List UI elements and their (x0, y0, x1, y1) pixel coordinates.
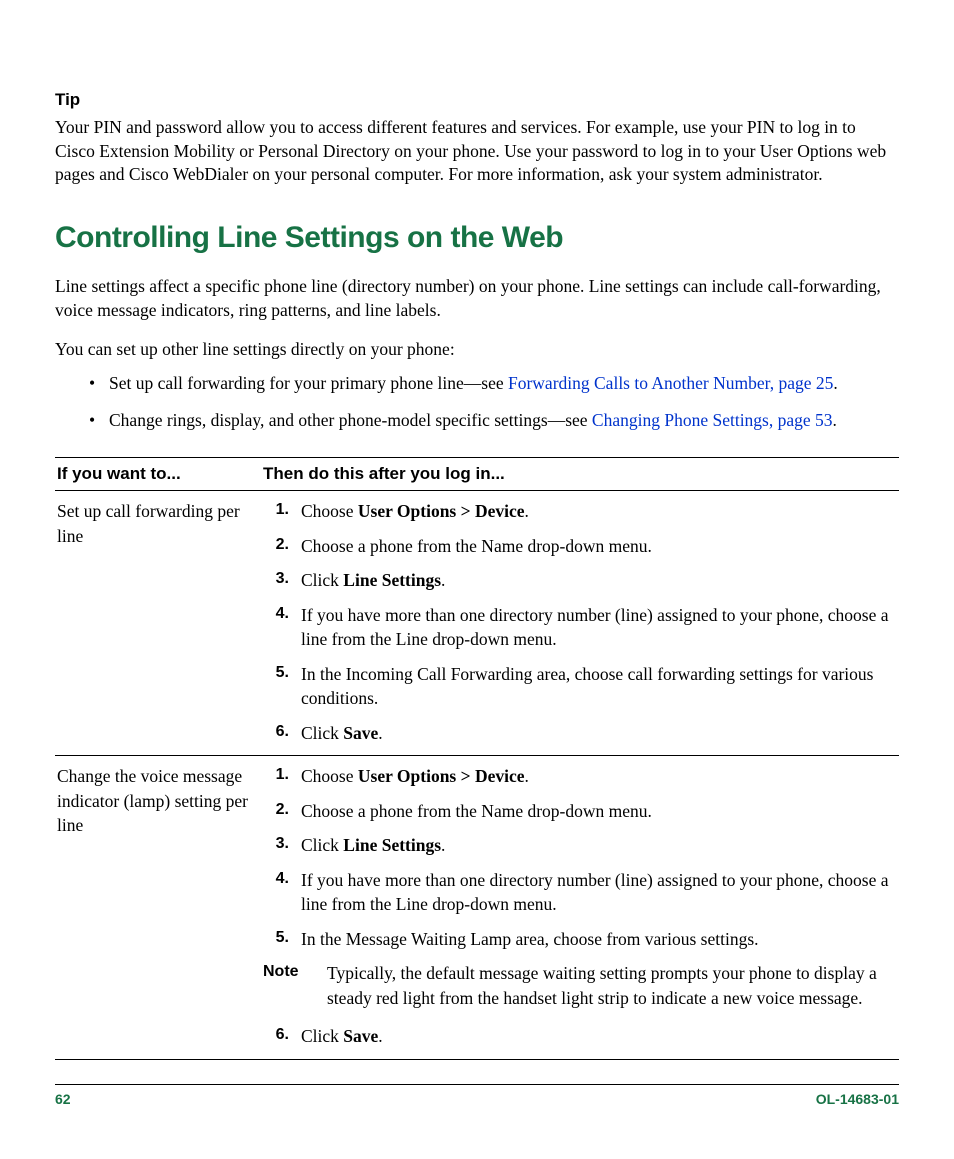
note: Note Typically, the default message wait… (263, 961, 893, 1010)
steps-cell: 1.Choose User Options > Device. 2.Choose… (261, 756, 899, 1060)
bullet-text: Set up call forwarding for your primary … (109, 373, 508, 393)
section-title: Controlling Line Settings on the Web (55, 221, 899, 255)
list-item: Set up call forwarding for your primary … (89, 372, 899, 396)
note-label: Note (263, 961, 319, 983)
instructions-table: If you want to... Then do this after you… (55, 457, 899, 1060)
step-number: 3. (263, 833, 301, 855)
step-number: 5. (263, 927, 301, 949)
step: 5.In the Message Waiting Lamp area, choo… (263, 927, 893, 952)
step: 6.Click Save. (263, 1024, 893, 1049)
step-number: 2. (263, 534, 301, 556)
table-header-do: Then do this after you log in... (261, 458, 899, 491)
step-number: 6. (263, 721, 301, 743)
step-text: If you have more than one directory numb… (301, 868, 893, 917)
step-text: Click Save. (301, 1024, 893, 1049)
step-number: 1. (263, 499, 301, 521)
step-number: 4. (263, 868, 301, 890)
bullet-suffix: . (833, 410, 837, 430)
step-number: 5. (263, 662, 301, 684)
bullet-text: Change rings, display, and other phone-m… (109, 410, 592, 430)
step-text: In the Incoming Call Forwarding area, ch… (301, 662, 893, 711)
step: 1.Choose User Options > Device. (263, 764, 893, 789)
page-number: 62 (55, 1091, 71, 1107)
step-text: Click Line Settings. (301, 833, 893, 858)
step: 3.Click Line Settings. (263, 833, 893, 858)
cross-reference-link[interactable]: Forwarding Calls to Another Number, page… (508, 373, 833, 393)
step: 4.If you have more than one directory nu… (263, 603, 893, 652)
step-text: Click Save. (301, 721, 893, 746)
step-number: 6. (263, 1024, 301, 1046)
intro-paragraph-1: Line settings affect a specific phone li… (55, 275, 899, 322)
step-number: 4. (263, 603, 301, 625)
want-cell: Set up call forwarding per line (55, 491, 261, 756)
want-cell: Change the voice message indicator (lamp… (55, 756, 261, 1060)
step: 6.Click Save. (263, 721, 893, 746)
intro-paragraph-2: You can set up other line settings direc… (55, 338, 899, 362)
step-text: Choose User Options > Device. (301, 499, 893, 524)
step-text: If you have more than one directory numb… (301, 603, 893, 652)
note-text: Typically, the default message waiting s… (319, 961, 893, 1010)
cross-reference-link[interactable]: Changing Phone Settings, page 53 (592, 410, 833, 430)
tip-body: Your PIN and password allow you to acces… (55, 116, 899, 187)
step-number: 3. (263, 568, 301, 590)
table-row: Change the voice message indicator (lamp… (55, 756, 899, 1060)
tip-heading: Tip (55, 90, 899, 110)
list-item: Change rings, display, and other phone-m… (89, 409, 899, 433)
step-text: Choose a phone from the Name drop-down m… (301, 534, 893, 559)
bullet-list: Set up call forwarding for your primary … (55, 372, 899, 433)
step-text: Click Line Settings. (301, 568, 893, 593)
step: 5.In the Incoming Call Forwarding area, … (263, 662, 893, 711)
step-number: 2. (263, 799, 301, 821)
step: 3.Click Line Settings. (263, 568, 893, 593)
document-id: OL-14683-01 (816, 1091, 899, 1107)
steps-cell: 1.Choose User Options > Device. 2.Choose… (261, 491, 899, 756)
step-text: Choose a phone from the Name drop-down m… (301, 799, 893, 824)
bullet-suffix: . (833, 373, 837, 393)
document-page: Tip Your PIN and password allow you to a… (0, 0, 954, 1159)
step: 2.Choose a phone from the Name drop-down… (263, 534, 893, 559)
table-row: Set up call forwarding per line 1.Choose… (55, 491, 899, 756)
page-footer: 62 OL-14683-01 (55, 1084, 899, 1107)
step-text: Choose User Options > Device. (301, 764, 893, 789)
step-text: In the Message Waiting Lamp area, choose… (301, 927, 893, 952)
step: 1.Choose User Options > Device. (263, 499, 893, 524)
step: 4.If you have more than one directory nu… (263, 868, 893, 917)
table-header-want: If you want to... (55, 458, 261, 491)
step: 2.Choose a phone from the Name drop-down… (263, 799, 893, 824)
step-number: 1. (263, 764, 301, 786)
